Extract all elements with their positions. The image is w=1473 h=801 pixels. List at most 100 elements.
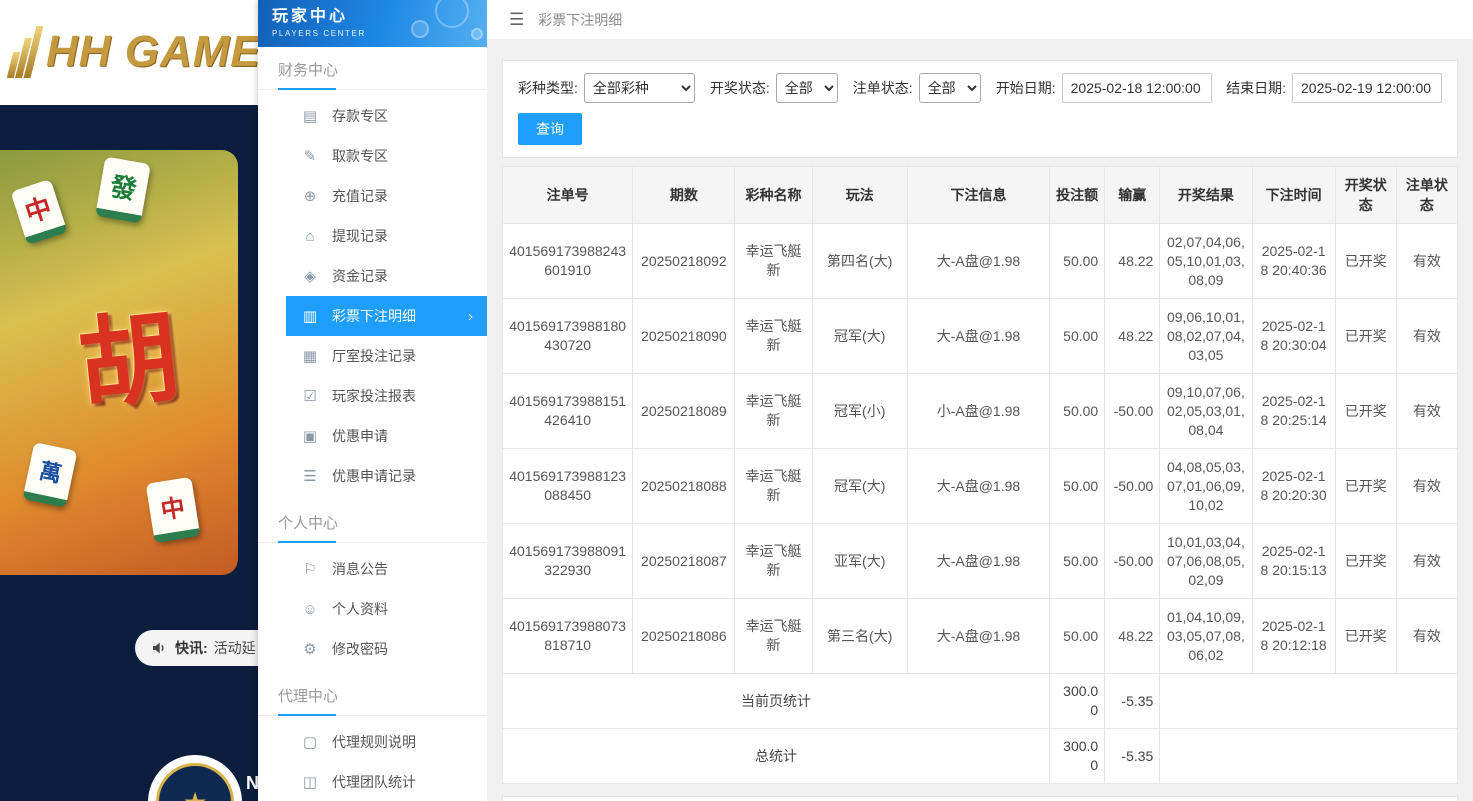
table-cell: 大-A盘@1.98	[907, 524, 1049, 599]
lottery-type-select[interactable]: 全部彩种	[584, 73, 695, 103]
sidebar-item-label: 资金记录	[332, 266, 388, 286]
table-cell: 冠军(小)	[812, 374, 907, 449]
table-cell: 大-A盘@1.98	[907, 599, 1049, 674]
column-header: 期数	[633, 167, 735, 224]
summary-cell: 300.00	[1050, 674, 1105, 729]
table-cell: 50.00	[1050, 299, 1105, 374]
table-cell: 冠军(大)	[812, 299, 907, 374]
site-body: 中 發 萬 中 胡 快讯: 活动延 ★ N	[0, 105, 258, 801]
bet-status-label: 注单状态:	[853, 78, 913, 98]
query-button[interactable]: 查询	[518, 113, 582, 145]
sidebar-item-彩票下注明细[interactable]: ▥彩票下注明细›	[286, 296, 487, 336]
table-cell: 401569173988091322930	[503, 524, 633, 599]
table-cell: 大-A盘@1.98	[907, 449, 1049, 524]
table-cell: 48.22	[1105, 299, 1160, 374]
table-cell: 亚军(大)	[812, 524, 907, 599]
start-date-label: 开始日期:	[996, 78, 1056, 98]
menu-toggle-icon[interactable]: ☰	[509, 10, 524, 30]
sidebar-item-label: 厅室投注记录	[332, 346, 416, 366]
table-row: 40156917398818043072020250218090幸运飞艇新冠军(…	[503, 299, 1458, 374]
table-cell: 大-A盘@1.98	[907, 224, 1049, 299]
table-cell: 50.00	[1050, 449, 1105, 524]
table-cell: 幸运飞艇新	[735, 224, 812, 299]
sidebar-item-资金记录[interactable]: ◈ 资金记录	[286, 256, 487, 296]
speaker-icon	[151, 640, 167, 656]
withdraw-icon: ✎	[300, 147, 320, 165]
sidebar-item-label: 彩票下注明细	[332, 306, 416, 326]
sidebar-item-玩家投注报表[interactable]: ☑玩家投注报表	[286, 376, 487, 416]
sidebar-item-充值记录[interactable]: ⊕充值记录	[286, 176, 487, 216]
bet-status-select[interactable]: 全部	[919, 73, 982, 103]
table-cell: 50.00	[1050, 599, 1105, 674]
change-password-icon: ⚙	[300, 640, 320, 658]
logo-bars-icon	[10, 26, 40, 78]
table-header: 注单号期数彩种名称玩法下注信息投注额输赢开奖结果下注时间开奖状态注单状态	[503, 167, 1458, 224]
sidebar-item-修改密码[interactable]: ⚙修改密码	[286, 629, 487, 669]
withdrawal-record-icon: ⌂	[300, 228, 320, 245]
news-ticker: 快讯: 活动延	[135, 630, 258, 666]
background-site: HH GAME 中 發 萬 中 胡 快讯: 活动延 ★ N	[0, 0, 258, 801]
page-title: 彩票下注明细	[538, 10, 622, 30]
sidebar-item-label: 优惠申请	[332, 426, 388, 446]
funds-record-icon: ◈	[300, 267, 320, 285]
column-header: 玩法	[812, 167, 907, 224]
column-header: 输赢	[1105, 167, 1160, 224]
hall-bet-record-icon: ▦	[300, 347, 320, 365]
table-cell: 401569173988123088450	[503, 449, 633, 524]
emblem-star-icon: ★	[156, 763, 234, 801]
draw-status-label: 开奖状态:	[710, 78, 770, 98]
sidebar-item-label: 玩家投注报表	[332, 386, 416, 406]
column-header: 注单号	[503, 167, 633, 224]
table-cell: 有效	[1396, 374, 1457, 449]
start-date-input[interactable]	[1062, 73, 1212, 103]
sidebar-header: 玩家中心 PLAYERS CENTER	[258, 0, 487, 47]
table-cell: 已开奖	[1335, 599, 1396, 674]
sidebar-item-取款专区[interactable]: ✎取款专区	[286, 136, 487, 176]
sidebar-section-heading: 财务中心	[258, 59, 487, 90]
lottery-type-label: 彩种类型:	[518, 78, 578, 98]
table-cell: 01,04,10,09,03,05,07,08,06,02	[1160, 599, 1252, 674]
table-cell: 已开奖	[1335, 524, 1396, 599]
sidebar-item-厅室投注记录[interactable]: ▦ 厅室投注记录	[286, 336, 487, 376]
summary-row: 总统计300.00-5.35	[503, 729, 1458, 784]
filter-panel: 彩种类型: 全部彩种 开奖状态: 全部 注单状态: 全部 开始日期: 结束日期:…	[502, 60, 1458, 158]
table-cell: 2025-02-18 20:40:36	[1252, 224, 1335, 299]
column-header: 投注额	[1050, 167, 1105, 224]
sidebar-item-优惠申请记录[interactable]: ☰优惠申请记录	[286, 456, 487, 496]
main-content: ☰ 彩票下注明细 彩种类型: 全部彩种 开奖状态: 全部 注单状态: 全部 开始…	[487, 0, 1473, 801]
players-center-sidebar: 玩家中心 PLAYERS CENTER 财务中心▤存款专区✎取款专区⊕充值记录⌂…	[258, 0, 487, 801]
table-cell: 幸运飞艇新	[735, 374, 812, 449]
table-row: 40156917398812308845020250218088幸运飞艇新冠军(…	[503, 449, 1458, 524]
summary-cell: -5.35	[1105, 729, 1160, 784]
table-cell: 已开奖	[1335, 374, 1396, 449]
table-cell: 第三名(大)	[812, 599, 907, 674]
sidebar-item-优惠申请[interactable]: ▣优惠申请	[286, 416, 487, 456]
draw-status-select[interactable]: 全部	[776, 73, 839, 103]
table-cell: 20250218092	[633, 224, 735, 299]
sidebar-sections: 财务中心 ▤存款专区✎取款专区⊕充值记录⌂提现记录 ◈ 资金记录 ▥彩票下注明细› ▦ 厅室…	[258, 59, 487, 801]
table-cell: 2025-02-18 20:12:18	[1252, 599, 1335, 674]
sidebar-item-label: 代理规则说明	[332, 732, 416, 752]
table-cell: 幸运飞艇新	[735, 599, 812, 674]
table-cell: 小-A盘@1.98	[907, 374, 1049, 449]
table-row: 40156917398824360191020250218092幸运飞艇新第四名…	[503, 224, 1458, 299]
column-header: 注单状态	[1396, 167, 1457, 224]
sidebar-item-消息公告[interactable]: ⚐消息公告	[286, 549, 487, 589]
pagination-bar: 每页显示20条 共6条 首页 上一页 1 下一页 第 页 跳转	[502, 796, 1458, 801]
table-cell: 冠军(大)	[812, 449, 907, 524]
deposit-icon: ▤	[300, 107, 320, 125]
sidebar-item-提现记录[interactable]: ⌂提现记录	[286, 216, 487, 256]
table-cell: 401569173988243601910	[503, 224, 633, 299]
message-announcement-icon: ⚐	[300, 560, 320, 578]
end-date-input[interactable]	[1292, 73, 1442, 103]
sidebar-item-代理规则说明[interactable]: ▢代理规则说明	[286, 722, 487, 762]
sidebar-item-个人资料[interactable]: ☺个人资料	[286, 589, 487, 629]
recharge-record-icon: ⊕	[300, 187, 320, 205]
mahjong-tile: 萬	[22, 442, 77, 508]
table-cell: 50.00	[1050, 374, 1105, 449]
sidebar-item-label: 代理团队统计	[332, 772, 416, 792]
sidebar-item-存款专区[interactable]: ▤存款专区	[286, 96, 487, 136]
summary-cell: 总统计	[503, 729, 1050, 784]
sidebar-item-代理团队统计[interactable]: ◫代理团队统计	[286, 762, 487, 801]
ticker-label: 快讯:	[175, 638, 208, 658]
